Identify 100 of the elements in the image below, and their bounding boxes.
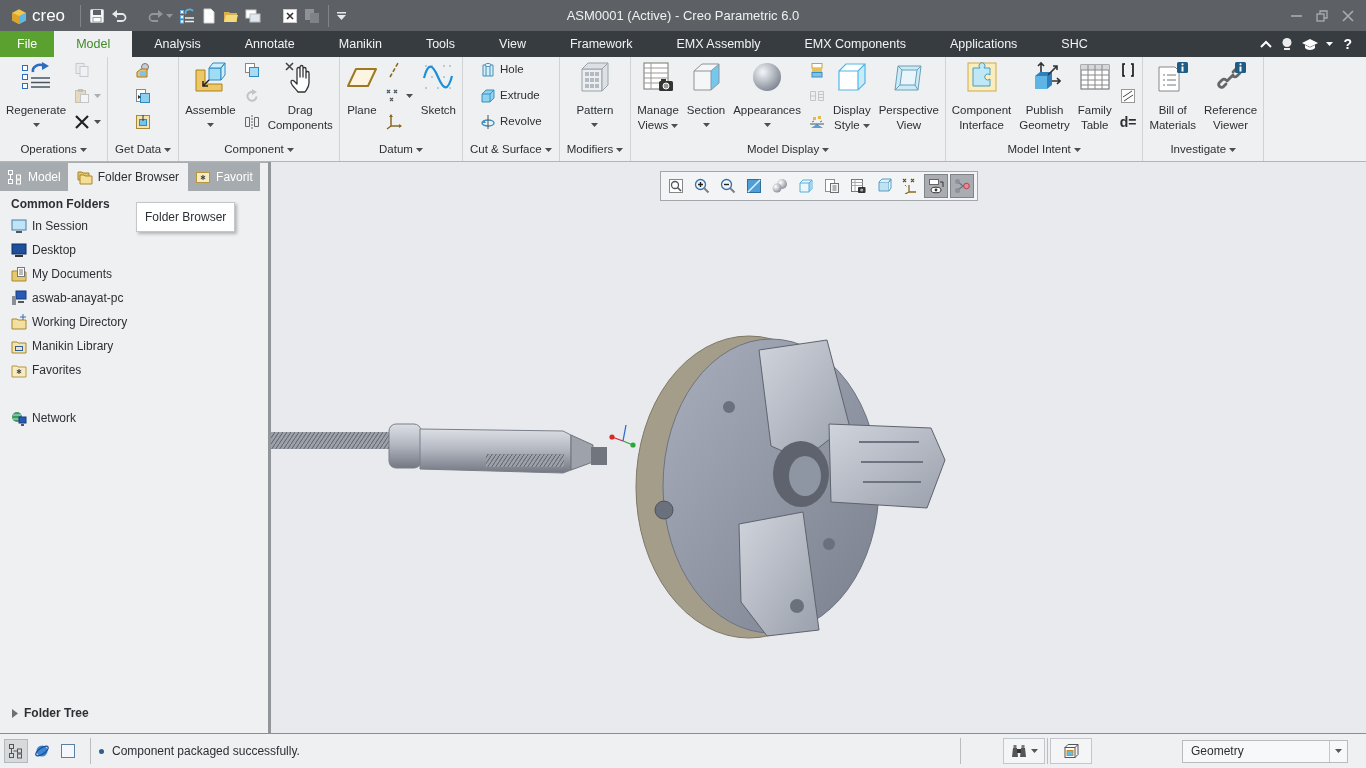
minimize-ribbon-button[interactable]	[1260, 40, 1273, 48]
relations-button[interactable]: d=	[1116, 109, 1140, 135]
help-button[interactable]: ?	[1341, 35, 1354, 53]
folders-icon	[76, 169, 93, 185]
folder-item[interactable]: My Documents	[7, 262, 117, 286]
puzzle-icon	[965, 61, 998, 93]
cube-button[interactable]	[1050, 738, 1092, 764]
bracket-cube-icon	[194, 61, 227, 93]
display-style-button[interactable]: Display Style	[830, 57, 874, 133]
graduation-cap-icon	[1302, 37, 1319, 51]
options-button[interactable]	[1326, 42, 1334, 46]
perspective-view-button[interactable]: Perspective View	[875, 57, 942, 133]
redo-arrow-icon	[148, 7, 165, 24]
reference-viewer-button[interactable]: Reference Viewer	[1201, 57, 1261, 133]
coordinate-triad-icon	[609, 424, 636, 448]
caret-icon	[1030, 749, 1038, 753]
drag-components-button[interactable]: Drag Components	[264, 57, 336, 133]
folder-item[interactable]: Favorites	[7, 358, 86, 382]
assemble-button[interactable]: Assemble	[182, 57, 239, 137]
chevron-up-icon	[1260, 40, 1273, 48]
find-button[interactable]	[1003, 738, 1045, 764]
revolve-button[interactable]: Revolve	[477, 109, 545, 135]
sketch-button[interactable]: Sketch	[417, 57, 460, 118]
ribbon-group-button[interactable]: Component	[220, 140, 298, 159]
ribbon-group-button[interactable]: Cut & Surface	[466, 140, 556, 159]
appearances-button[interactable]: Appearances	[730, 57, 804, 137]
window-title: ASM0001 (Active) - Creo Parametric 6.0	[566, 6, 800, 25]
sphere-icon	[751, 61, 784, 93]
menu-tab[interactable]: Framework	[547, 31, 655, 57]
plane-button[interactable]: Plane	[342, 57, 381, 118]
menu-tab[interactable]: Annotate	[222, 31, 317, 57]
zoom-in-icon	[693, 178, 710, 194]
plus-folder-icon	[11, 314, 27, 330]
asterisk-folder-icon	[11, 362, 27, 378]
learning-button[interactable]	[1302, 37, 1319, 51]
section-button[interactable]: Section	[683, 57, 729, 137]
filter-dropdown[interactable]: Geometry	[1182, 739, 1348, 763]
status-message: Component packaged successfully.	[112, 743, 300, 760]
ribbon-group-button[interactable]: Datum	[375, 140, 427, 159]
documents-folder-icon	[11, 266, 27, 282]
diagonal-square-icon	[745, 178, 762, 194]
ribbon-group-button[interactable]: Modifiers	[562, 140, 628, 159]
pattern-button[interactable]: Pattern	[573, 57, 617, 137]
family-table-button[interactable]: Family Table	[1074, 57, 1115, 133]
menu-tab[interactable]: EMX Components	[782, 31, 928, 57]
menu-tab[interactable]: Model	[54, 31, 133, 57]
page-square-icon	[135, 88, 152, 104]
ribbon-group-button[interactable]: Model Display	[742, 140, 834, 159]
zoom-fit-icon	[667, 178, 684, 194]
framed-square-icon	[135, 114, 152, 130]
model-tree-icon	[7, 169, 23, 185]
folder-tree-toggle[interactable]: Folder Tree	[8, 701, 93, 725]
globe-monitor-icon	[11, 410, 27, 426]
bill-of-materials-button[interactable]: Bill of Materials	[1146, 57, 1200, 133]
folder-item[interactable]: aswab-anayat-pc	[7, 286, 128, 310]
document-info-icon	[1156, 61, 1189, 93]
overlap-squares-icon	[243, 62, 260, 78]
binoculars-icon	[1010, 744, 1027, 758]
extrude-button[interactable]: Extrude	[477, 83, 545, 109]
caret-bar-icon	[337, 11, 347, 20]
menu-tab[interactable]: Tools	[403, 31, 478, 57]
coordinate-axes-icon	[385, 114, 402, 130]
menu-tab[interactable]: SHC	[1039, 31, 1110, 57]
cube-icon	[1063, 743, 1079, 759]
menu-tab[interactable]: Applications	[927, 31, 1040, 57]
desktop-monitor-icon	[11, 242, 27, 258]
folder-item[interactable]: Manikin Library	[7, 334, 118, 358]
component-interface-button[interactable]: Component Interface	[948, 57, 1015, 133]
box-icon	[875, 178, 892, 194]
folder-item[interactable]: Desktop	[7, 238, 81, 262]
menu-tab[interactable]: Analysis	[132, 31, 223, 57]
ribbon-group-button[interactable]: Get Data	[111, 140, 176, 159]
sphere-block-icon	[135, 62, 152, 78]
folder-item[interactable]: In Session	[7, 214, 93, 238]
library-folder-icon	[11, 338, 27, 354]
ribbon-group-button[interactable]: Investigate	[1166, 140, 1241, 159]
panel-toggle-button[interactable]	[4, 739, 28, 763]
regenerate-button[interactable]: Regenerate	[3, 57, 70, 137]
square-icon	[60, 743, 76, 759]
hole-button[interactable]: Hole	[477, 57, 545, 83]
planet-icon	[34, 743, 50, 759]
connector-nodes-icon	[953, 178, 970, 194]
menu-tab[interactable]: Manikin	[316, 31, 404, 57]
eye-panel-icon	[927, 178, 944, 194]
list-arrows-icon	[179, 7, 196, 24]
ribbon-group-button[interactable]: Model Intent	[1003, 140, 1085, 159]
windows-icon	[245, 7, 262, 24]
minimize-icon	[1290, 14, 1302, 17]
menu-tab[interactable]: View	[477, 31, 548, 57]
ribbon-group-button[interactable]: Operations	[16, 140, 91, 159]
undo-arrow-icon	[111, 7, 128, 24]
datum-points-icon	[901, 178, 918, 194]
model-tree-icon	[8, 743, 24, 759]
network-item[interactable]: Network	[7, 406, 80, 430]
publish-geometry-button[interactable]: Publish Geometry	[1016, 57, 1073, 133]
view-toolbar-button[interactable]	[923, 174, 948, 198]
folder-item[interactable]: Working Directory	[7, 310, 132, 334]
table-camera-icon	[642, 61, 675, 93]
manage-views-button[interactable]: Manage Views	[634, 57, 682, 133]
menu-tab[interactable]: EMX Assembly	[654, 31, 783, 57]
